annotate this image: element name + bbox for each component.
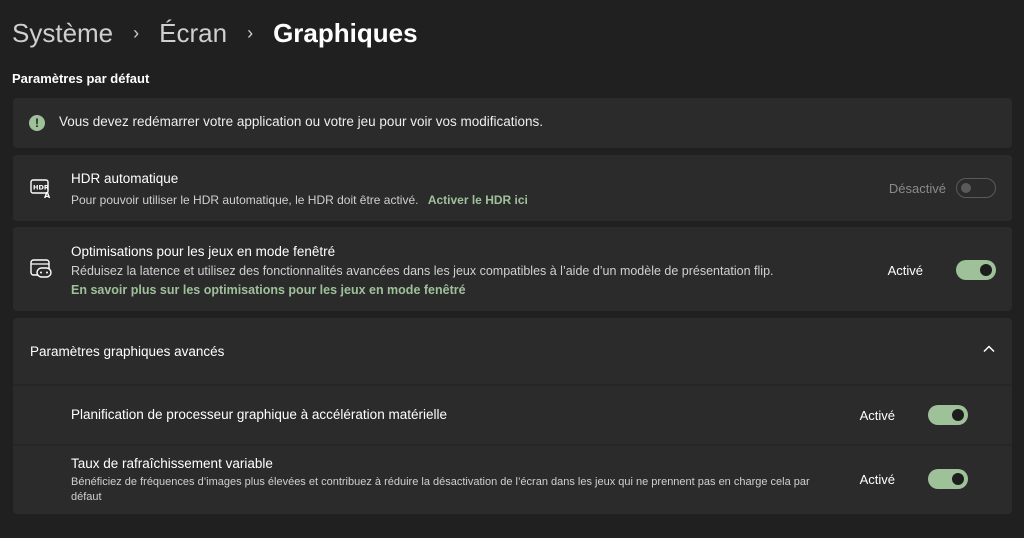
svg-text:A: A: [44, 191, 51, 200]
auto-hdr-title: HDR automatique: [71, 171, 179, 186]
vrr-setting: Taux de rafraîchissement variable Bénéfi…: [13, 446, 1012, 514]
auto-hdr-description: Pour pouvoir utiliser le HDR automatique…: [71, 193, 528, 207]
vrr-state: Activé: [859, 472, 895, 487]
chevron-right-icon: ›: [133, 23, 140, 43]
hags-toggle[interactable]: [928, 405, 968, 425]
auto-hdr-description-text: Pour pouvoir utiliser le HDR automatique…: [71, 193, 419, 207]
auto-hdr-toggle[interactable]: [956, 178, 996, 198]
breadcrumb-systeme[interactable]: Système: [12, 14, 113, 52]
toggle-knob: [980, 264, 992, 276]
enable-hdr-link[interactable]: Activer le HDR ici: [428, 193, 528, 207]
section-title: Paramètres par défaut: [12, 71, 150, 86]
windowed-games-title: Optimisations pour les jeux en mode fenê…: [71, 244, 336, 259]
windowed-game-icon: [30, 259, 52, 278]
advanced-graphics-section: Paramètres graphiques avancés Planificat…: [13, 318, 1012, 514]
toggle-knob: [952, 473, 964, 485]
restart-info-banner: ! Vous devez redémarrer votre applicatio…: [13, 98, 1012, 148]
vrr-description: Bénéficiez de fréquences d’images plus é…: [71, 476, 810, 503]
auto-hdr-state: Désactivé: [888, 181, 946, 196]
breadcrumb: Système › Écran › Graphiques: [12, 14, 418, 52]
hags-setting: Planification de processeur graphique à …: [13, 386, 1012, 444]
hags-state: Activé: [859, 408, 895, 423]
windowed-games-description: Réduisez la latence et utilisez des fonc…: [71, 264, 774, 278]
vrr-toggle[interactable]: [928, 469, 968, 489]
info-text: Vous devez redémarrer votre application …: [59, 114, 543, 129]
chevron-up-icon[interactable]: [982, 342, 996, 356]
toggle-knob: [952, 409, 964, 421]
page-title: Graphiques: [273, 18, 418, 48]
info-icon: !: [29, 115, 45, 131]
chevron-right-icon: ›: [247, 23, 254, 43]
advanced-graphics-title: Paramètres graphiques avancés: [30, 344, 225, 359]
hags-title: Planification de processeur graphique à …: [71, 407, 447, 422]
windowed-games-setting: Optimisations pour les jeux en mode fenê…: [13, 227, 1012, 311]
breadcrumb-ecran[interactable]: Écran: [159, 14, 227, 52]
auto-hdr-setting: HDR A HDR automatique Pour pouvoir utili…: [13, 155, 1012, 221]
toggle-knob: [961, 183, 971, 193]
hdr-icon: HDR A: [30, 179, 51, 200]
windowed-games-toggle[interactable]: [956, 260, 996, 280]
vrr-title: Taux de rafraîchissement variable: [71, 456, 273, 471]
windowed-games-learn-more-link[interactable]: En savoir plus sur les optimisations pou…: [71, 283, 466, 297]
advanced-graphics-header[interactable]: Paramètres graphiques avancés: [13, 318, 1012, 384]
windowed-games-state: Activé: [887, 263, 923, 278]
